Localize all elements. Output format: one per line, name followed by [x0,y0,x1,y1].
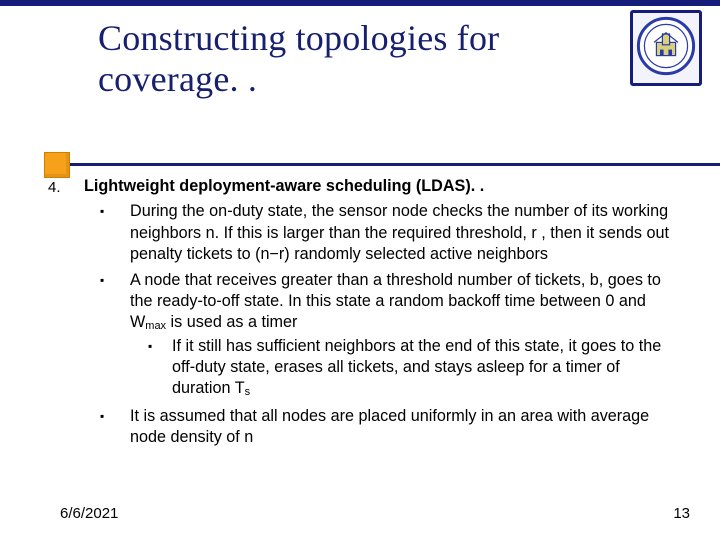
list-item-text: During the on-duty state, the sensor nod… [130,201,680,265]
accent-square-icon [44,152,70,178]
university-seal-icon [636,16,696,81]
sub-list-item: ▪ If it still has sufficient neighbors a… [130,336,676,400]
bullet-icon: ▪ [84,201,130,265]
list-number: 4. [48,176,84,453]
list-item: ▪ It is assumed that all nodes are place… [84,406,680,449]
title-underline [70,163,720,166]
footer-date: 6/6/2021 [60,505,118,522]
sub-list-item-text: If it still has sufficient neighbors at … [172,336,676,400]
list-item: ▪ A node that receives greater than a th… [84,270,680,402]
list-item: ▪ During the on-duty state, the sensor n… [84,201,680,265]
accent-bar [0,0,720,6]
logo-seal [630,10,702,86]
slide-title: Constructing topologies for coverage. . [98,18,618,101]
bullet-icon: ▪ [130,336,172,400]
bullet-icon: ▪ [84,406,130,449]
bullet-icon: ▪ [84,270,130,402]
list-item-text: A node that receives greater than a thre… [130,271,661,332]
slide: Constructing topologies for coverage. . … [0,0,720,540]
body-content: 4. Lightweight deployment-aware scheduli… [48,176,680,453]
section-heading: Lightweight deployment-aware scheduling … [84,176,680,197]
list-item-text: It is assumed that all nodes are placed … [130,406,680,449]
footer-page-number: 13 [673,505,690,522]
